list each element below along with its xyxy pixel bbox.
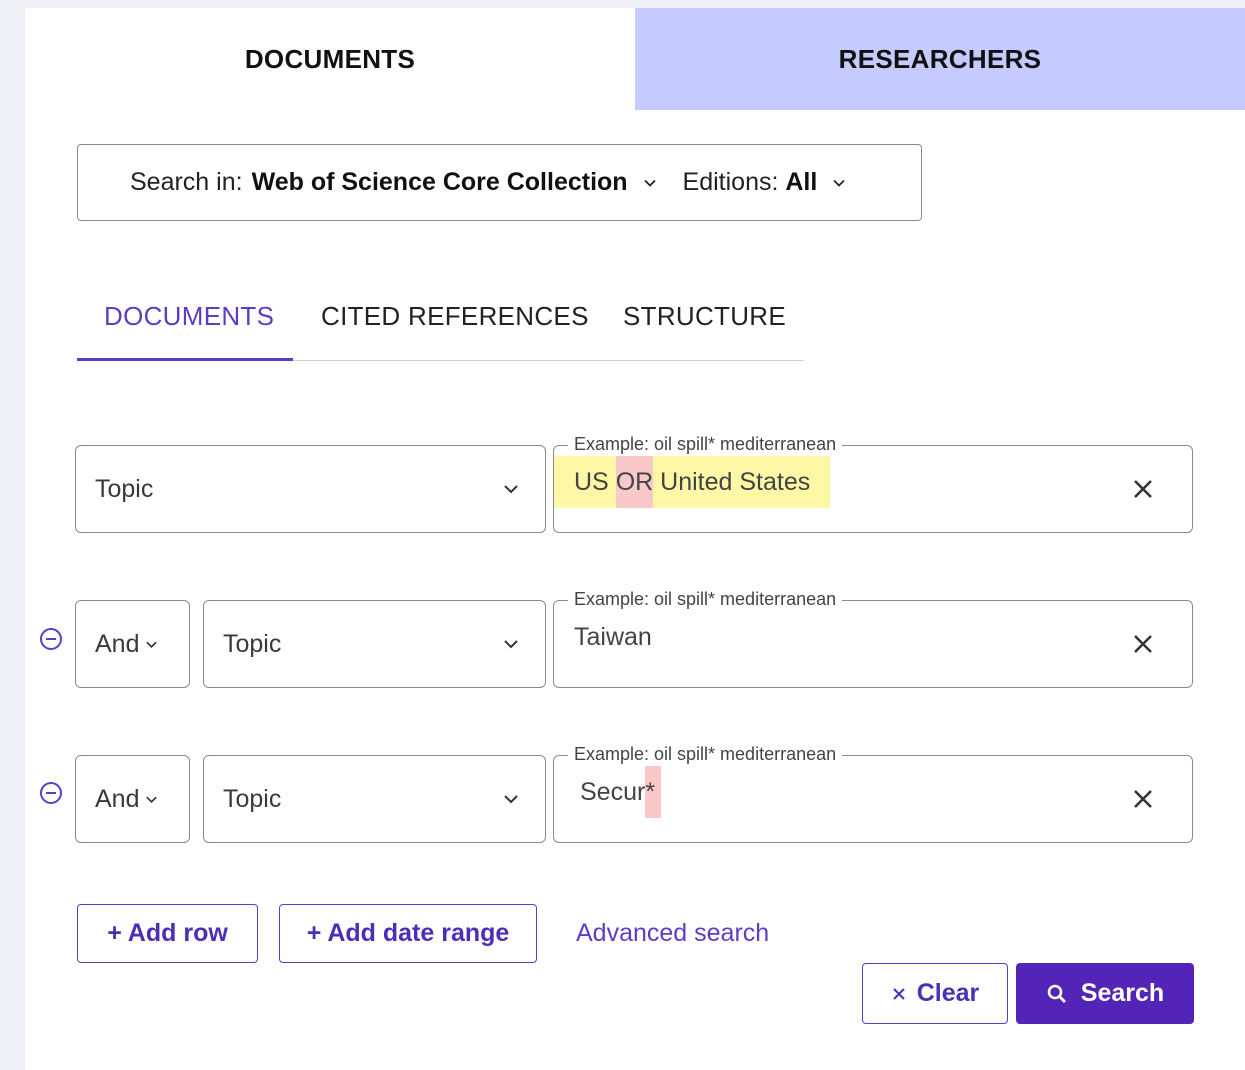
query-text: Taiwan <box>574 623 652 651</box>
chevron-down-icon <box>146 796 158 803</box>
editions-dropdown[interactable]: Editions: All <box>683 168 847 197</box>
boolean-operator-value: And <box>95 629 140 658</box>
field-select-value: Topic <box>223 629 282 658</box>
tab-documents[interactable]: DOCUMENTS <box>25 8 635 110</box>
clear-button[interactable]: Clear <box>862 963 1008 1024</box>
search-button[interactable]: Search <box>1016 963 1194 1024</box>
field-select-row-1[interactable]: Topic <box>75 445 546 533</box>
tab-researchers[interactable]: RESEARCHERS <box>635 8 1245 110</box>
subtab-structure[interactable]: STRUCTURE <box>623 301 786 332</box>
query-placeholder: Example: oil spill* mediterranean <box>568 434 843 455</box>
active-tab-indicator <box>77 358 293 361</box>
search-in-label: Search in: <box>130 168 243 196</box>
chevron-down-icon <box>833 180 845 188</box>
query-placeholder: Example: oil spill* mediterranean <box>568 589 843 610</box>
field-select-row-3[interactable]: Topic <box>203 755 546 843</box>
subtab-cited-references[interactable]: CITED REFERENCES <box>321 301 589 332</box>
subtab-documents[interactable]: DOCUMENTS <box>104 301 274 332</box>
search-icon <box>1047 984 1066 1003</box>
tab-documents-label: DOCUMENTS <box>244 43 416 74</box>
search-panel: DOCUMENTS RESEARCHERS Search in: Web of … <box>25 8 1245 1070</box>
boolean-operator-select[interactable]: And <box>75 755 190 843</box>
chevron-down-icon <box>504 795 518 804</box>
search-in-selector: Search in: Web of Science Core Collectio… <box>77 144 922 221</box>
collection-dropdown[interactable]: Web of Science Core Collection <box>252 168 657 197</box>
clear-field-icon[interactable] <box>1132 478 1154 500</box>
clear-button-label: Clear <box>916 979 980 1007</box>
editions-label: Editions: <box>682 168 779 196</box>
clear-field-icon[interactable] <box>1132 633 1154 655</box>
query-input-row-2[interactable]: Example: oil spill* mediterranean Taiwan <box>553 589 1193 688</box>
add-row-button[interactable]: + Add row <box>77 904 258 963</box>
editions-value: All <box>785 168 818 196</box>
remove-row-icon[interactable] <box>39 627 63 651</box>
field-select-value: Topic <box>223 784 282 813</box>
search-button-label: Search <box>1080 979 1165 1007</box>
remove-row-icon[interactable] <box>39 781 63 805</box>
boolean-operator-value: And <box>95 784 140 813</box>
field-select-value: Topic <box>95 474 154 503</box>
tab-researchers-label: RESEARCHERS <box>838 43 1042 74</box>
query-text: US OR United States <box>554 456 831 508</box>
chevron-down-icon <box>643 180 656 188</box>
boolean-operator-select[interactable]: And <box>75 600 190 688</box>
query-text: Secur* <box>580 766 662 818</box>
close-icon <box>893 987 905 1000</box>
search-type-tabs: DOCUMENTS CITED REFERENCES STRUCTURE <box>77 293 804 361</box>
clear-field-icon[interactable] <box>1132 788 1154 810</box>
chevron-down-icon <box>504 640 518 649</box>
query-input-row-1[interactable]: Example: oil spill* mediterranean US OR … <box>553 434 1193 533</box>
query-input-row-3[interactable]: Example: oil spill* mediterranean Secur* <box>553 744 1193 843</box>
chevron-down-icon <box>146 641 158 648</box>
advanced-search-link[interactable]: Advanced search <box>576 919 769 948</box>
query-placeholder: Example: oil spill* mediterranean <box>568 744 843 765</box>
add-date-range-button[interactable]: + Add date range <box>279 904 537 963</box>
collection-value: Web of Science Core Collection <box>251 168 628 196</box>
field-select-row-2[interactable]: Topic <box>203 600 546 688</box>
chevron-down-icon <box>504 485 518 494</box>
